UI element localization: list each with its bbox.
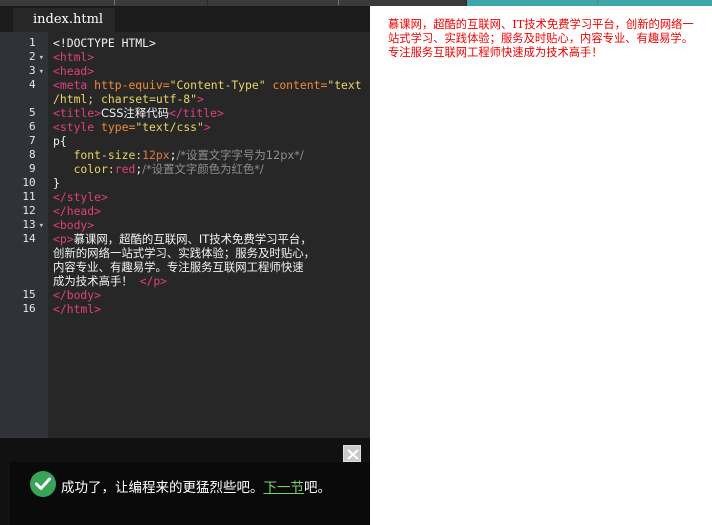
code-line-14-wrap-1: 创新的网络一站式学习、实践体验；服务及时贴心， <box>53 246 315 260</box>
fold-arrow-icon[interactable]: ▾ <box>39 221 44 231</box>
preview-paragraph: 慕课网，超酷的互联网、IT技术免费学习平台，创新的网络一站式学习、实践体验；服务… <box>388 18 694 59</box>
code-line-10: } <box>53 176 60 190</box>
line-number: 8▾ <box>28 148 36 161</box>
code-line-4-wrap: /html; charset=utf-8"> <box>53 92 204 106</box>
fold-arrow-icon[interactable]: ▾ <box>39 53 44 63</box>
divider <box>114 0 115 5</box>
code-line-14-wrap-3: 成为技术高手！ </p> <box>53 274 168 288</box>
code-line-12: </head> <box>53 204 102 218</box>
divider <box>338 0 339 5</box>
code-line-2: <html> <box>53 50 95 64</box>
success-message: 成功了，让编程来的更猛烈些吧。下一节吧。 <box>61 480 331 496</box>
line-number: 12▾ <box>22 204 36 217</box>
line-number: 1▾ <box>28 36 36 49</box>
code-editor: index.html 1▾2▾3▾4▾ 5▾6▾7▾8▾9▾10▾11▾12▾13… <box>0 6 370 438</box>
code-line-4: <meta http-equiv="Content-Type" content=… <box>53 78 362 92</box>
line-number: 10▾ <box>22 176 36 189</box>
code-line-13: <body> <box>53 218 95 232</box>
line-number: 11▾ <box>22 190 36 203</box>
check-circle-icon <box>30 471 56 497</box>
code-line-14-wrap-2: 内容专业、有趣易学。专注服务互联网工程师快速 <box>53 260 304 274</box>
close-button[interactable] <box>343 445 361 462</box>
line-number: 4▾ <box>28 78 36 91</box>
divider <box>597 0 598 5</box>
top-strip-segment-active[interactable] <box>467 0 712 6</box>
line-number: 5▾ <box>28 106 36 119</box>
code-line-16: </html> <box>53 302 102 316</box>
line-number: 9▾ <box>28 162 36 175</box>
code-line-11: </style> <box>53 190 108 204</box>
line-number: 16▾ <box>22 302 36 315</box>
code-line-7: p{ <box>53 134 67 148</box>
code-line-9: color:red;/*设置文字颜色为红色*/ <box>73 162 264 176</box>
line-number: 6▾ <box>28 120 36 133</box>
line-number: 14▾ <box>22 232 36 245</box>
line-number: 7▾ <box>28 134 36 147</box>
code-line-15: </body> <box>53 288 102 302</box>
close-icon <box>347 449 359 460</box>
line-number: 15▾ <box>22 288 36 301</box>
success-banner: 成功了，让编程来的更猛烈些吧。下一节吧。 <box>0 438 370 525</box>
line-number <box>0 260 44 274</box>
file-tab[interactable]: index.html <box>13 8 115 32</box>
next-section-link[interactable]: 下一节 <box>264 480 305 496</box>
line-number-gutter: 1▾2▾3▾4▾ 5▾6▾7▾8▾9▾10▾11▾12▾13▾14▾ 15▾16▾ <box>0 32 48 438</box>
code-line-6: <style type="text/css"> <box>53 120 211 134</box>
line-number <box>0 92 44 106</box>
code-line-8: font-size:12px;/*设置文字字号为12px*/ <box>73 148 304 162</box>
code-line-1: <!DOCTYPE HTML> <box>53 36 156 50</box>
code-line-3: <head> <box>53 64 95 78</box>
editor-tab-bar: index.html <box>0 6 370 32</box>
fold-arrow-icon[interactable]: ▾ <box>39 67 44 77</box>
line-number <box>0 274 44 288</box>
line-number: 3 ▾ <box>28 64 44 77</box>
line-number: 2 ▾ <box>28 50 44 63</box>
code-line-5: <title>CSS注释代码</title> <box>53 106 224 120</box>
line-number: 13 ▾ <box>22 218 44 231</box>
code-line-14: <p>慕课网，超酷的互联网、IT技术免费学习平台， <box>53 232 312 246</box>
line-number <box>0 246 44 260</box>
